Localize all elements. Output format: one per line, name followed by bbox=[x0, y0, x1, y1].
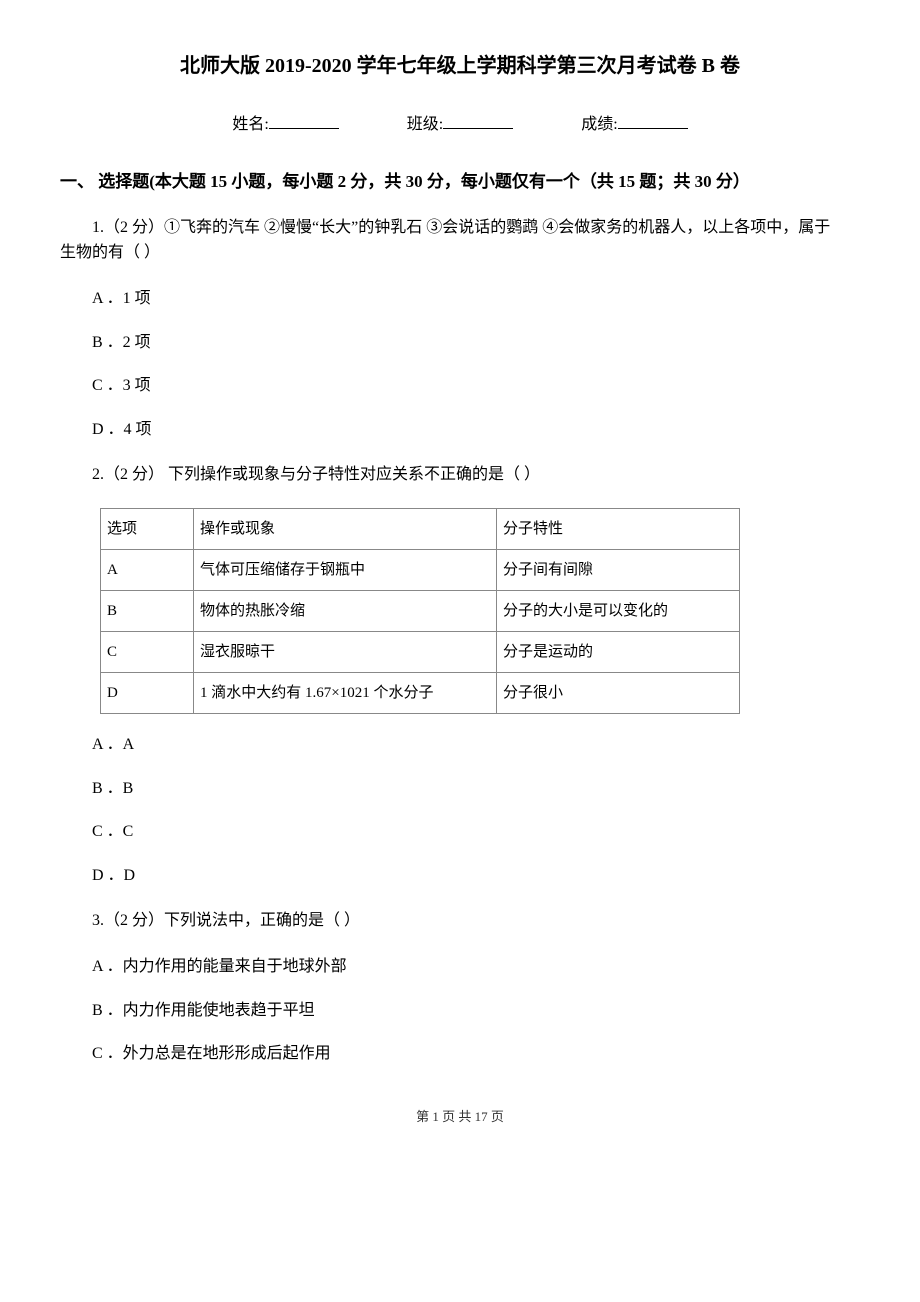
name-blank[interactable] bbox=[269, 112, 339, 129]
table-row: D 1 滴水中大约有 1.67×1021 个水分子 分子很小 bbox=[101, 672, 740, 713]
q3-option-b: B ．内力作用能使地表趋于平坦 bbox=[92, 998, 860, 1024]
q1-option-d: D ．4 项 bbox=[92, 417, 860, 443]
cell-d3: 分子很小 bbox=[497, 672, 740, 713]
q3-option-a: A ．内力作用的能量来自于地球外部 bbox=[92, 954, 860, 980]
q1-option-a: A ．1 项 bbox=[92, 286, 860, 312]
table-row: B 物体的热胀冷缩 分子的大小是可以变化的 bbox=[101, 590, 740, 631]
score-blank[interactable] bbox=[618, 112, 688, 129]
class-blank[interactable] bbox=[443, 112, 513, 129]
cell-a3: 分子间有间隙 bbox=[497, 549, 740, 590]
table-row: 选项 操作或现象 分子特性 bbox=[101, 508, 740, 549]
page-footer: 第 1 页 共 17 页 bbox=[60, 1107, 860, 1128]
q2-option-b: B ．B bbox=[92, 776, 860, 802]
cell-d1: D bbox=[101, 672, 194, 713]
info-line: 姓名: 班级: 成绩: bbox=[60, 112, 860, 138]
cell-h2: 操作或现象 bbox=[194, 508, 497, 549]
cell-b1: B bbox=[101, 590, 194, 631]
section-heading: 一、 选择题(本大题 15 小题，每小题 2 分，共 30 分，每小题仅有一个（… bbox=[60, 168, 860, 195]
q1-option-b: B ．2 项 bbox=[92, 330, 860, 356]
name-label: 姓名: bbox=[232, 116, 268, 133]
cell-b3: 分子的大小是可以变化的 bbox=[497, 590, 740, 631]
q1-stem-line2: 生物的有（ ） bbox=[60, 244, 160, 261]
q2-stem: 2.（2 分） 下列操作或现象与分子特性对应关系不正确的是（ ） bbox=[60, 462, 860, 488]
table-row: A 气体可压缩储存于钢瓶中 分子间有间隙 bbox=[101, 549, 740, 590]
q1-option-c: C ．3 项 bbox=[92, 373, 860, 399]
cell-h1: 选项 bbox=[101, 508, 194, 549]
q1-stem-line1: 1.（2 分）①飞奔的汽车 ②慢慢“长大”的钟乳石 ③会说话的鹦鹉 ④会做家务的… bbox=[60, 215, 830, 241]
q2-table: 选项 操作或现象 分子特性 A 气体可压缩储存于钢瓶中 分子间有间隙 B 物体的… bbox=[100, 508, 740, 714]
cell-b2: 物体的热胀冷缩 bbox=[194, 590, 497, 631]
cell-a1: A bbox=[101, 549, 194, 590]
cell-a2: 气体可压缩储存于钢瓶中 bbox=[194, 549, 497, 590]
score-label: 成绩: bbox=[581, 116, 617, 133]
q1-stem: 1.（2 分）①飞奔的汽车 ②慢慢“长大”的钟乳石 ③会说话的鹦鹉 ④会做家务的… bbox=[60, 215, 860, 266]
q2-option-a: A ．A bbox=[92, 732, 860, 758]
cell-c2: 湿衣服晾干 bbox=[194, 631, 497, 672]
table-row: C 湿衣服晾干 分子是运动的 bbox=[101, 631, 740, 672]
cell-d2: 1 滴水中大约有 1.67×1021 个水分子 bbox=[194, 672, 497, 713]
cell-c3: 分子是运动的 bbox=[497, 631, 740, 672]
q2-option-d: D ．D bbox=[92, 863, 860, 889]
cell-c1: C bbox=[101, 631, 194, 672]
class-label: 班级: bbox=[407, 116, 443, 133]
page-title: 北师大版 2019-2020 学年七年级上学期科学第三次月考试卷 B 卷 bbox=[60, 50, 860, 82]
q2-option-c: C ．C bbox=[92, 819, 860, 845]
q3-option-c: C ．外力总是在地形形成后起作用 bbox=[92, 1041, 860, 1067]
q3-stem: 3.（2 分）下列说法中，正确的是（ ） bbox=[60, 908, 860, 934]
cell-h3: 分子特性 bbox=[497, 508, 740, 549]
